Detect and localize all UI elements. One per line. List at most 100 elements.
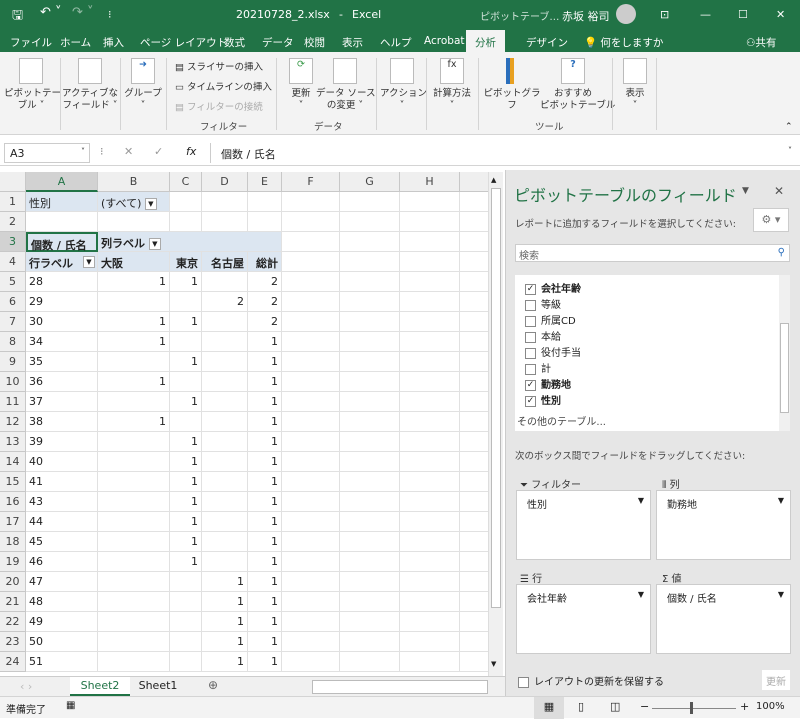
cell[interactable]	[202, 212, 248, 232]
row-header-6[interactable]: 6	[0, 292, 26, 312]
expand-formula-icon[interactable]: ˅	[788, 146, 792, 155]
cell[interactable]	[400, 512, 460, 532]
insert-slicer-button[interactable]: ▤ スライサーの挿入	[175, 59, 263, 73]
row-header-7[interactable]: 7	[0, 312, 26, 332]
scroll-up-icon[interactable]: ▲	[491, 176, 501, 186]
pivot-value-cell[interactable]: 1	[248, 592, 282, 612]
cell[interactable]	[170, 212, 202, 232]
cell[interactable]	[340, 512, 400, 532]
row-header-23[interactable]: 23	[0, 632, 26, 652]
pivot-value-cell[interactable]: 1	[170, 272, 202, 292]
row-header-3[interactable]: 3	[0, 232, 26, 252]
pivot-value-cell[interactable]: 1	[248, 352, 282, 372]
cell[interactable]	[340, 612, 400, 632]
cell[interactable]	[460, 372, 488, 392]
checkbox[interactable]: ✓	[525, 379, 536, 391]
pivot-value-cell[interactable]: 2	[248, 292, 282, 312]
cell[interactable]	[26, 212, 98, 232]
pivot-value-cell[interactable]: 1	[248, 512, 282, 532]
row-header-2[interactable]: 2	[0, 212, 26, 232]
pivot-value-cell[interactable]	[98, 452, 170, 472]
cell[interactable]	[282, 332, 340, 352]
field-item[interactable]: ✓ 会社年齢	[525, 280, 581, 295]
minimize-icon[interactable]: —	[700, 8, 711, 21]
pivot-value-cell[interactable]: 1	[202, 632, 248, 652]
cell[interactable]	[340, 472, 400, 492]
tab-10[interactable]: 分析	[466, 30, 505, 52]
pivot-value-cell[interactable]	[202, 312, 248, 332]
pivot-value-cell[interactable]: 1	[248, 452, 282, 472]
share-button[interactable]: ⚇共有	[746, 35, 776, 50]
pivot-value-cell[interactable]	[202, 332, 248, 352]
cell[interactable]	[340, 432, 400, 452]
pivot-value-cell[interactable]: 1	[170, 452, 202, 472]
pivot-row-labels[interactable]: 行ラベル ▼	[26, 252, 98, 272]
pivot-value-cell[interactable]	[98, 492, 170, 512]
cell[interactable]	[460, 232, 488, 252]
pivot-row-label[interactable]: 47	[26, 572, 98, 592]
pivot-value-cell[interactable]: 1	[248, 552, 282, 572]
checkbox[interactable]: ✓	[525, 283, 536, 295]
pivot-value-cell[interactable]: 1	[170, 532, 202, 552]
pivot-column-header[interactable]: 名古屋	[202, 252, 248, 272]
pivot-row-label[interactable]: 45	[26, 532, 98, 552]
cell[interactable]	[282, 352, 340, 372]
tab-8[interactable]: ヘルプ	[380, 35, 412, 50]
column-header-G[interactable]: G	[340, 172, 400, 192]
page-break-view-icon[interactable]: ◫	[610, 700, 620, 713]
pivot-value-cell[interactable]: 1	[98, 412, 170, 432]
cell[interactable]	[460, 592, 488, 612]
cell[interactable]	[400, 432, 460, 452]
cell[interactable]	[460, 432, 488, 452]
row-header-17[interactable]: 17	[0, 512, 26, 532]
cell[interactable]	[282, 472, 340, 492]
cell[interactable]	[460, 512, 488, 532]
pivot-row-label[interactable]: 49	[26, 612, 98, 632]
cancel-icon[interactable]: ✕	[124, 145, 133, 158]
cell[interactable]	[340, 652, 400, 672]
cell[interactable]	[282, 552, 340, 572]
pivot-value-cell[interactable]	[170, 372, 202, 392]
cell[interactable]	[340, 192, 400, 212]
pivot-value-cell[interactable]: 2	[202, 292, 248, 312]
column-filter-dropdown-icon[interactable]: ▼	[148, 238, 161, 250]
cell[interactable]	[400, 312, 460, 332]
pivot-value-cell[interactable]: 1	[98, 312, 170, 332]
tab-7[interactable]: 表示	[342, 35, 363, 50]
cell[interactable]	[282, 192, 340, 212]
cell[interactable]	[400, 352, 460, 372]
cell[interactable]	[340, 292, 400, 312]
cell[interactable]	[248, 192, 282, 212]
field-item[interactable]: 役付手当	[525, 344, 581, 359]
cell[interactable]	[340, 232, 400, 252]
cell[interactable]	[400, 372, 460, 392]
cell[interactable]	[282, 252, 340, 272]
pivot-value-cell[interactable]: 1	[170, 472, 202, 492]
cell[interactable]	[98, 212, 170, 232]
pivot-row-label[interactable]: 44	[26, 512, 98, 532]
pivot-row-label[interactable]: 46	[26, 552, 98, 572]
field-item[interactable]: ✓ 勤務地	[525, 376, 571, 391]
page-layout-view-icon[interactable]: ▯	[578, 700, 584, 713]
row-filter-dropdown-icon[interactable]: ▼	[83, 256, 95, 268]
pivot-row-label[interactable]: 36	[26, 372, 98, 392]
pivot-row-label[interactable]: 43	[26, 492, 98, 512]
checkbox[interactable]	[525, 299, 536, 311]
pivot-value-cell[interactable]	[202, 452, 248, 472]
row-header-20[interactable]: 20	[0, 572, 26, 592]
cell[interactable]	[340, 372, 400, 392]
pivot-value-cell[interactable]	[202, 552, 248, 572]
select-all[interactable]	[0, 172, 26, 192]
tab-6[interactable]: 校閲	[304, 35, 325, 50]
cell[interactable]	[400, 492, 460, 512]
cell[interactable]	[400, 292, 460, 312]
pivot-row-label[interactable]: 39	[26, 432, 98, 452]
cell[interactable]	[400, 472, 460, 492]
tab-2[interactable]: 挿入	[103, 35, 124, 50]
insert-timeline-button[interactable]: ▭ タイムラインの挿入	[175, 79, 272, 93]
cell[interactable]	[282, 232, 340, 252]
cell[interactable]	[340, 552, 400, 572]
pivot-value-cell[interactable]: 1	[248, 472, 282, 492]
cell[interactable]	[400, 572, 460, 592]
zoom-slider[interactable]	[652, 708, 736, 709]
